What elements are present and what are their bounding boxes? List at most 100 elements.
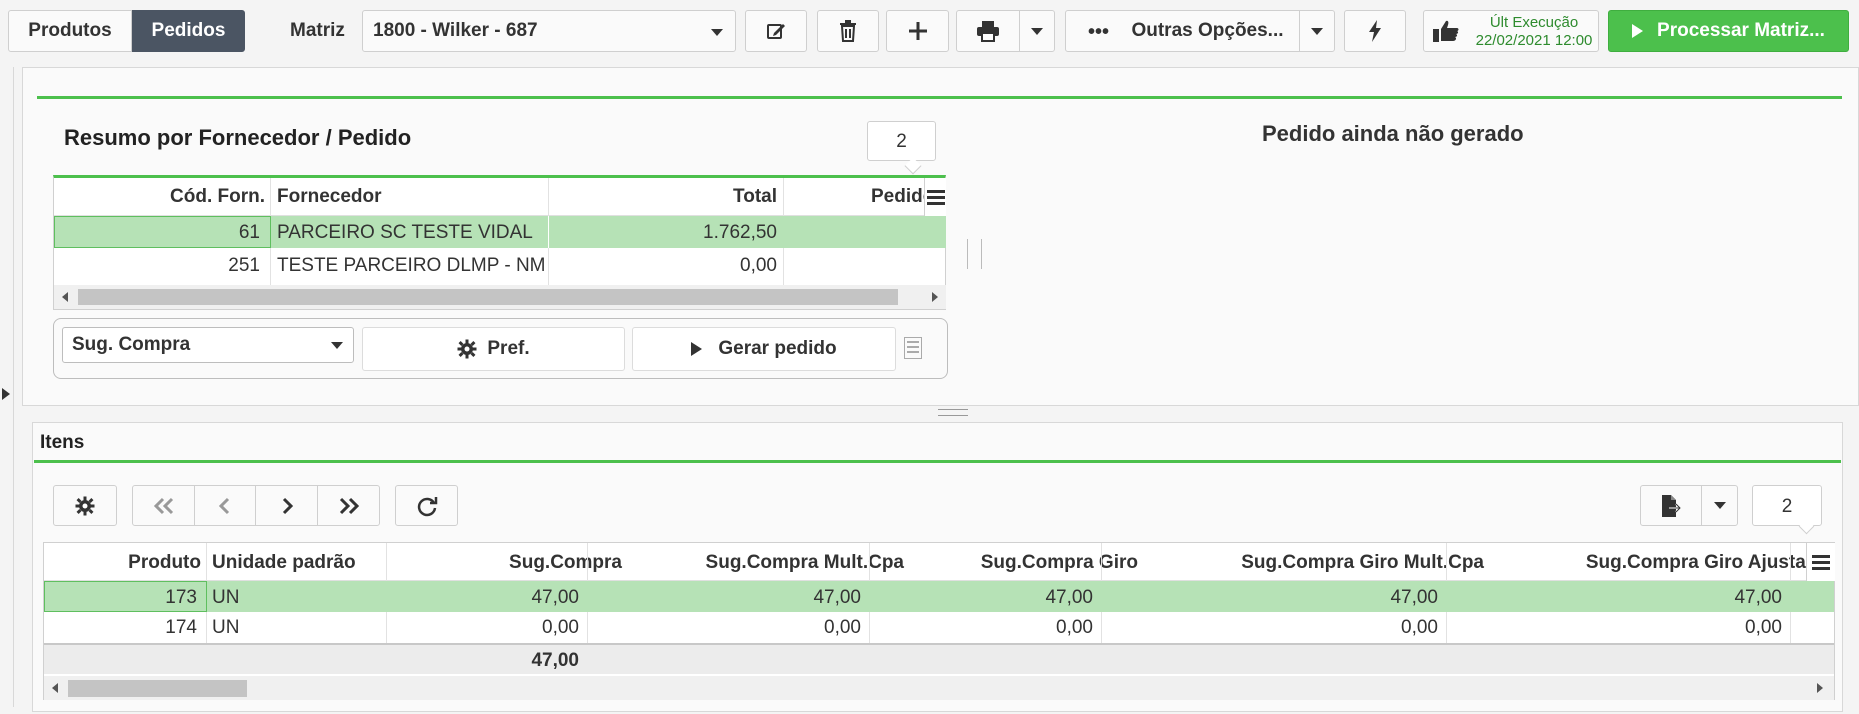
refresh-button[interactable] [395, 485, 458, 526]
last-page-button[interactable] [317, 485, 380, 526]
ult-execucao-text: Últ Execução 22/02/2021 12:00 [1472, 14, 1596, 50]
col-produto[interactable]: Produto [44, 552, 201, 574]
edit-button[interactable] [745, 10, 807, 52]
col-total[interactable]: Total [554, 186, 777, 208]
prev-page-button[interactable] [194, 485, 256, 526]
resumo-grid: Cód. Forn. Fornecedor Total Pedido 61 PA… [53, 175, 946, 310]
tab-pedidos[interactable]: Pedidos [132, 10, 245, 52]
print-button[interactable] [956, 10, 1020, 52]
itens-count-badge: 2 [1752, 485, 1822, 526]
col-sug-compra-giro-mult[interactable]: Sug.Compra Giro Mult.Cpa [1164, 552, 1484, 574]
cell-giro-mult: 47,00 [1390, 587, 1438, 608]
cell-unidade: UN [212, 617, 240, 638]
scroll-left-icon[interactable] [62, 292, 68, 302]
scroll-right-icon[interactable] [1817, 683, 1823, 693]
double-chevron-right-icon [339, 497, 359, 514]
edit-icon [767, 24, 785, 39]
itens-accent-line [34, 460, 1841, 463]
column-menu-button[interactable] [1806, 543, 1835, 581]
horizontal-scrollbar[interactable] [54, 285, 946, 309]
matriz-select[interactable]: 1800 - Wilker - 687 [362, 10, 736, 52]
chevron-down-icon [1031, 27, 1043, 35]
outras-opcoes-dropdown[interactable] [1299, 10, 1335, 52]
outras-opcoes-button[interactable]: ••• Outras Opções... [1065, 10, 1300, 52]
horizontal-resize-handle[interactable] [938, 409, 968, 416]
ult-execucao-button[interactable]: Últ Execução 22/02/2021 12:00 [1423, 10, 1599, 52]
double-chevron-left-icon [153, 497, 173, 514]
gear-icon [457, 339, 477, 359]
pref-label: Pref. [487, 338, 530, 359]
vertical-resize-handle[interactable] [967, 239, 982, 269]
pref-button[interactable]: Pref. [362, 327, 625, 371]
export-dropdown-button[interactable] [1701, 485, 1738, 526]
quick-action-button[interactable] [1344, 10, 1406, 52]
row-white-gap [548, 216, 549, 248]
col-sug-compra-giro[interactable]: Sug.Compra Giro [924, 552, 1138, 574]
menu-icon [1812, 555, 1830, 570]
printer-icon [977, 21, 999, 42]
chevron-down-icon [711, 29, 723, 36]
cell-fornecedor: TESTE PARCEIRO DLMP - NM [277, 255, 545, 276]
col-unidade[interactable]: Unidade padrão [212, 552, 356, 574]
chevron-left-icon [218, 497, 230, 514]
sug-compra-select[interactable]: Sug. Compra [62, 327, 354, 363]
settings-button[interactable] [53, 485, 117, 526]
scroll-left-icon[interactable] [52, 683, 58, 693]
delete-button[interactable] [817, 10, 879, 52]
col-pedido[interactable]: Pedido [871, 186, 926, 208]
scroll-thumb[interactable] [68, 680, 247, 697]
horizontal-scrollbar[interactable] [44, 676, 1834, 700]
col-cod-forn[interactable]: Cód. Forn. [54, 186, 265, 208]
processar-matriz-button[interactable]: Processar Matriz... [1608, 10, 1849, 52]
cell-sug-mult: 47,00 [813, 587, 861, 608]
sug-compra-value: Sug. Compra [72, 334, 191, 355]
first-page-button[interactable] [132, 485, 195, 526]
cell-produto: 174 [165, 617, 197, 638]
chevron-down-icon [1713, 502, 1726, 509]
refresh-icon [417, 496, 437, 516]
resumo-count-badge: 2 [867, 121, 936, 161]
gear-icon [75, 496, 95, 515]
gerar-pedido-label: Gerar pedido [718, 338, 837, 359]
plus-icon [908, 22, 927, 40]
cell-giro: 0,00 [1056, 617, 1093, 638]
next-page-button[interactable] [255, 485, 318, 526]
cell-giro-mult: 0,00 [1401, 617, 1438, 638]
matriz-select-value: 1800 - Wilker - 687 [373, 20, 538, 41]
print-dropdown-button[interactable] [1019, 10, 1055, 52]
resumo-accent-line [37, 96, 1842, 99]
cell-giro-ajust: 0,00 [1745, 617, 1782, 638]
file-export-icon [1662, 494, 1682, 517]
add-button[interactable] [886, 10, 949, 52]
chevron-down-icon [331, 342, 343, 349]
cell-cod: 61 [238, 222, 260, 243]
cell-sug-mult: 0,00 [824, 617, 861, 638]
export-button[interactable] [1640, 485, 1702, 526]
ult-execucao-date: 22/02/2021 12:00 [1475, 32, 1593, 49]
scroll-right-icon[interactable] [932, 292, 938, 302]
play-icon [691, 342, 703, 356]
ult-execucao-label: Últ Execução [1489, 14, 1579, 31]
column-menu-button[interactable] [924, 178, 946, 216]
tab-produtos[interactable]: Produtos [8, 10, 132, 52]
col-sug-compra-giro-ajustado[interactable]: Sug.Compra Giro Ajustado [1504, 552, 1829, 574]
cell-fornecedor: PARCEIRO SC TESTE VIDAL [277, 222, 533, 243]
itens-grid: Produto Unidade padrão Sug.Compra Sug.Co… [43, 542, 1835, 700]
scroll-thumb[interactable] [78, 289, 898, 305]
lightning-icon [1369, 20, 1381, 42]
list-icon[interactable] [904, 337, 922, 359]
cell-unidade: UN [212, 587, 240, 608]
total-sug-compra: 47,00 [531, 650, 579, 671]
chevron-down-icon [1311, 27, 1323, 35]
col-sug-compra-mult[interactable]: Sug.Compra Mult.Cpa [644, 552, 904, 574]
col-fornecedor[interactable]: Fornecedor [277, 186, 382, 208]
play-icon [1632, 24, 1644, 38]
thumbs-up-icon [1433, 20, 1459, 42]
gerar-pedido-button[interactable]: Gerar pedido [632, 327, 896, 371]
left-gutter [0, 67, 14, 707]
cell-giro: 47,00 [1045, 587, 1093, 608]
expand-sidebar-icon[interactable] [2, 388, 10, 400]
cell-total: 0,00 [740, 255, 777, 276]
cell-sug: 47,00 [531, 587, 579, 608]
cell-produto: 173 [165, 587, 197, 608]
